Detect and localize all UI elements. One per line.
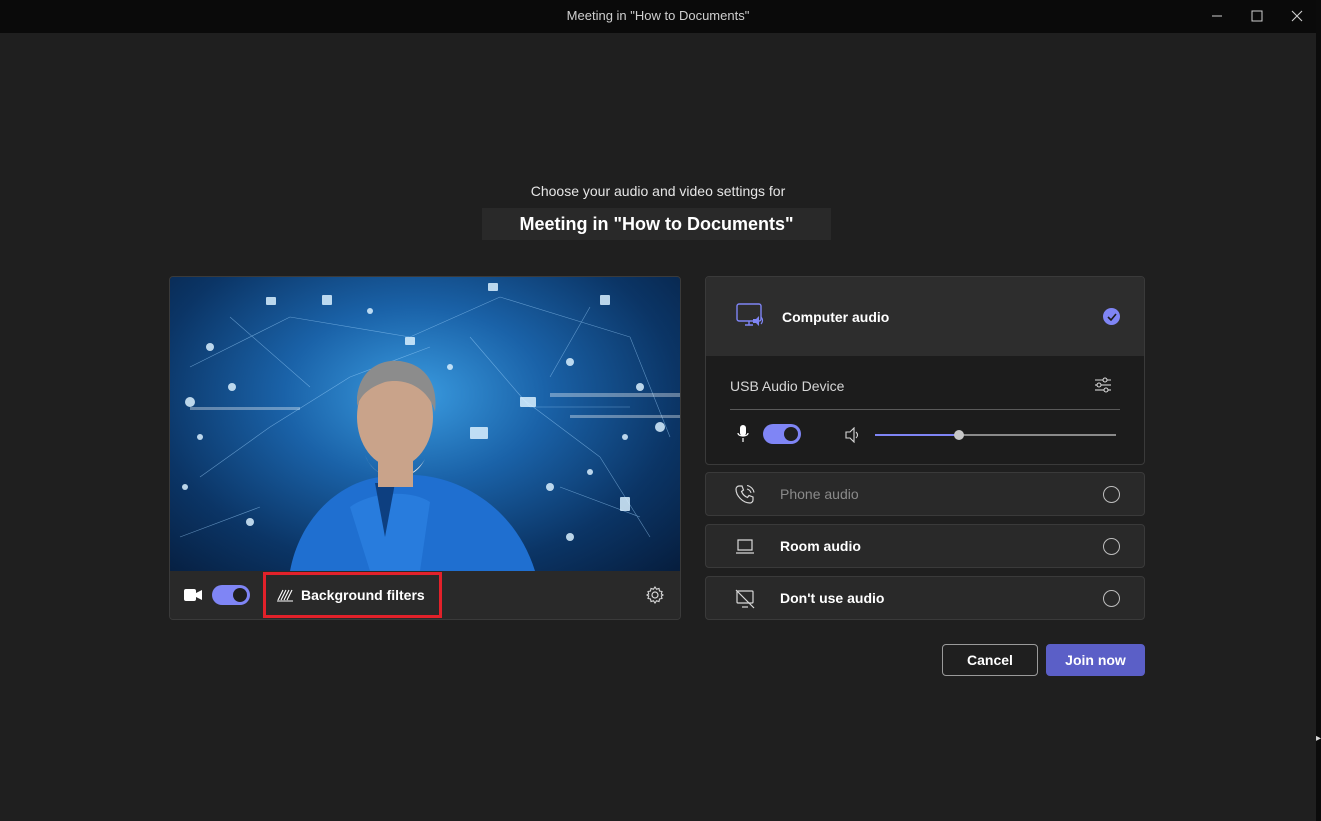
- speaker-volume-slider[interactable]: [875, 430, 1116, 440]
- phone-audio-radio[interactable]: [1103, 486, 1120, 503]
- maximize-button[interactable]: [1240, 4, 1274, 28]
- meeting-title: Meeting in "How to Documents": [519, 213, 794, 234]
- no-audio-icon: [735, 589, 755, 609]
- checkmark-icon: [1106, 312, 1117, 321]
- speaker-icon: [845, 427, 859, 443]
- computer-audio-option[interactable]: Computer audio: [706, 277, 1144, 356]
- title-bar: Meeting in "How to Documents": [0, 0, 1316, 33]
- prejoin-subtitle: Choose your audio and video settings for: [530, 183, 786, 199]
- no-audio-option[interactable]: Don't use audio: [705, 576, 1145, 620]
- computer-audio-icon: [736, 303, 764, 326]
- room-audio-icon: [736, 539, 754, 554]
- computer-audio-label: Computer audio: [782, 309, 890, 325]
- microphone-toggle-knob: [784, 427, 798, 441]
- minimize-icon: [1212, 15, 1222, 17]
- phone-audio-label: Phone audio: [780, 486, 859, 502]
- speaker-volume-thumb[interactable]: [954, 430, 965, 440]
- close-icon: [1291, 10, 1303, 22]
- video-preview-image: [179, 283, 680, 571]
- close-button[interactable]: [1280, 4, 1314, 28]
- video-toolbar: Background filters: [170, 571, 680, 619]
- audio-device-label: USB Audio Device: [730, 378, 845, 394]
- phone-audio-option[interactable]: Phone audio: [705, 472, 1145, 516]
- maximize-icon: [1251, 10, 1263, 22]
- gear-icon: [645, 586, 665, 604]
- join-now-button[interactable]: Join now: [1046, 644, 1145, 676]
- computer-audio-card: Computer audio USB Audio Device: [705, 276, 1145, 465]
- room-audio-option[interactable]: Room audio: [705, 524, 1145, 568]
- minimize-button[interactable]: [1200, 4, 1234, 28]
- meeting-title-box: Meeting in "How to Documents": [482, 208, 831, 240]
- window-title: Meeting in "How to Documents": [566, 8, 750, 23]
- camera-toggle-knob: [233, 588, 247, 602]
- phone-audio-icon: [735, 484, 755, 504]
- microphone-toggle[interactable]: [763, 424, 801, 444]
- room-audio-label: Room audio: [780, 538, 861, 554]
- computer-audio-selected: [1103, 308, 1120, 325]
- background-filters-icon: [277, 589, 293, 602]
- chevron-right-icon: ▸: [1316, 733, 1321, 744]
- speaker-volume-fill: [875, 434, 960, 436]
- device-divider: [730, 409, 1120, 410]
- video-camera-icon: [184, 589, 202, 601]
- no-audio-label: Don't use audio: [780, 590, 885, 606]
- no-audio-radio[interactable]: [1103, 590, 1120, 607]
- background-filters-label: Background filters: [301, 587, 425, 603]
- background-filters-button[interactable]: Background filters: [263, 572, 442, 618]
- window-edge-strip: [1316, 0, 1321, 821]
- microphone-icon: [737, 425, 749, 442]
- video-preview: [170, 277, 680, 571]
- meeting-prejoin-window: Meeting in "How to Documents" Choose you…: [0, 0, 1316, 821]
- cancel-button[interactable]: Cancel: [942, 644, 1038, 676]
- audio-settings-sliders-icon[interactable]: [1094, 377, 1112, 393]
- camera-toggle[interactable]: [212, 585, 250, 605]
- room-audio-radio[interactable]: [1103, 538, 1120, 555]
- video-panel: Background filters: [169, 276, 681, 620]
- device-settings-button[interactable]: [645, 585, 665, 605]
